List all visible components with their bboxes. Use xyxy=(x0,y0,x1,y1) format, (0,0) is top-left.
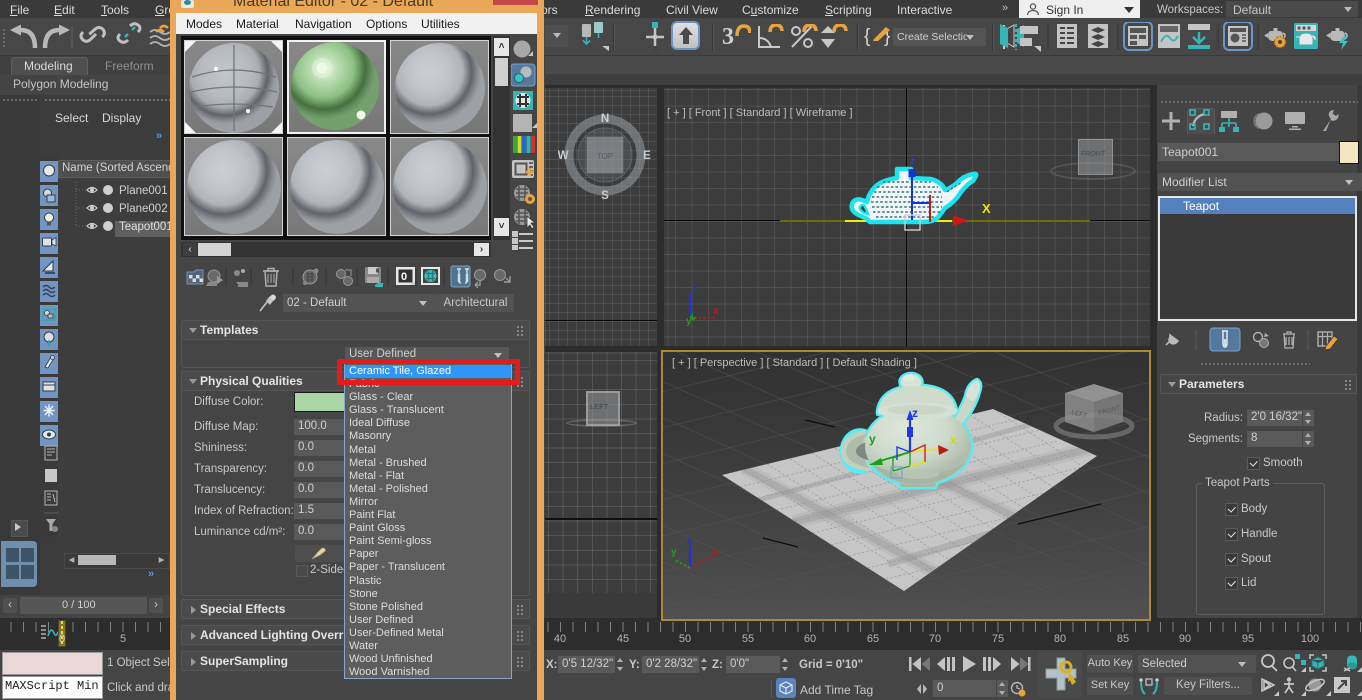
svg-text:x: x xyxy=(712,547,718,558)
svg-text:z: z xyxy=(687,536,692,547)
svg-text:z: z xyxy=(912,406,918,420)
svg-text:z: z xyxy=(692,284,697,295)
svg-text:y: y xyxy=(686,316,692,326)
svg-text:y: y xyxy=(671,547,677,558)
svg-text:E: E xyxy=(643,150,651,162)
svg-text:S: S xyxy=(601,190,609,202)
svg-text:x: x xyxy=(713,306,719,317)
svg-text:y: y xyxy=(869,432,876,446)
svg-text:N: N xyxy=(601,113,609,125)
svg-text:TOP: TOP xyxy=(597,152,613,161)
svg-text:W: W xyxy=(558,150,569,162)
svg-text:x: x xyxy=(950,433,957,447)
svg-text:0: 0 xyxy=(401,271,407,283)
